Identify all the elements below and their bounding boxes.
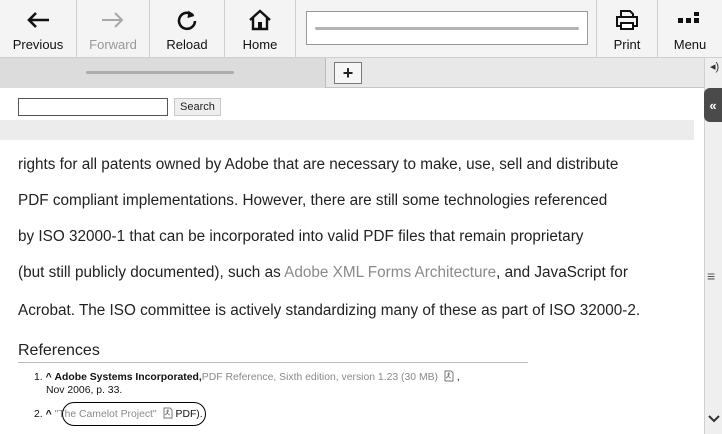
ref1-author: Adobe Systems Incorporated, xyxy=(54,372,202,383)
ref1-backlink[interactable]: ^ xyxy=(46,372,52,383)
speaker-icon: ◂) xyxy=(710,61,720,73)
tab-strip: + xyxy=(0,58,704,88)
forward-label: Forward xyxy=(89,37,137,52)
back-arrow-icon xyxy=(25,4,51,36)
print-label: Print xyxy=(613,37,641,52)
previous-label: Previous xyxy=(12,37,64,52)
home-button[interactable]: Home xyxy=(225,0,295,58)
ref1-date: Nov 2006, p. 33. xyxy=(46,385,123,396)
home-label: Home xyxy=(242,37,278,52)
print-button[interactable]: Print xyxy=(597,0,657,58)
address-bar[interactable] xyxy=(306,11,588,45)
reference-1: 1. ^ Adobe Systems Incorporated,PDF Refe… xyxy=(34,370,460,385)
line4-text-start: (but still publicly documented), such as xyxy=(18,264,285,281)
reload-label: Reload xyxy=(166,37,208,52)
forward-arrow-icon xyxy=(100,4,126,36)
highlight-circle xyxy=(62,402,206,426)
paragraph-line-5: Acrobat. The ISO committee is actively s… xyxy=(18,302,641,319)
tab-active[interactable] xyxy=(0,58,326,88)
menu-button[interactable]: Menu xyxy=(658,0,722,58)
print-icon xyxy=(615,4,639,36)
paragraph-line-4: (but still publicly documented), such as… xyxy=(18,264,628,282)
menu-icon xyxy=(678,4,702,36)
search-button[interactable]: Search xyxy=(174,98,221,116)
tab-title-redacted xyxy=(86,71,234,74)
paragraph-line-3: by ISO 32000-1 that can be incorporated … xyxy=(18,228,584,245)
address-redacted xyxy=(315,27,579,30)
header-band xyxy=(0,120,694,140)
search-input[interactable] xyxy=(18,98,168,116)
new-tab-button[interactable]: + xyxy=(334,62,362,84)
ref1-link[interactable]: PDF Reference, Sixth edition, version 1.… xyxy=(202,372,438,383)
line4-text-end: , and JavaScript for xyxy=(496,264,628,281)
reload-button[interactable]: Reload xyxy=(150,0,224,58)
paragraph-line-2: PDF compliant implementations. However, … xyxy=(18,192,608,209)
hamburger-icon[interactable]: ≡ xyxy=(707,268,715,284)
reload-icon xyxy=(176,4,198,36)
forward-button[interactable]: Forward xyxy=(77,0,149,58)
chevron-down-icon[interactable] xyxy=(706,410,722,428)
paragraph-line-1: rights for all patents owned by Adobe th… xyxy=(18,156,619,173)
xfa-link[interactable]: Adobe XML Forms Architecture xyxy=(284,264,496,281)
plus-icon: + xyxy=(342,62,354,83)
menu-label: Menu xyxy=(673,37,707,52)
browser-toolbar: Previous Forward Reload Home Print Menu xyxy=(0,0,722,58)
references-divider xyxy=(18,362,528,363)
reference-1-line-2: Nov 2006, p. 33. xyxy=(46,385,122,396)
references-heading: References xyxy=(18,342,100,359)
home-icon xyxy=(248,4,272,36)
pdf-icon xyxy=(443,370,455,385)
ref1-tail: , xyxy=(456,372,460,383)
collapse-icon[interactable]: « xyxy=(704,88,722,122)
ref2-backlink[interactable]: ^ xyxy=(46,409,52,420)
ref2-number: 2. xyxy=(34,409,43,420)
ref1-number: 1. xyxy=(34,372,43,383)
previous-button[interactable]: Previous xyxy=(0,0,76,58)
